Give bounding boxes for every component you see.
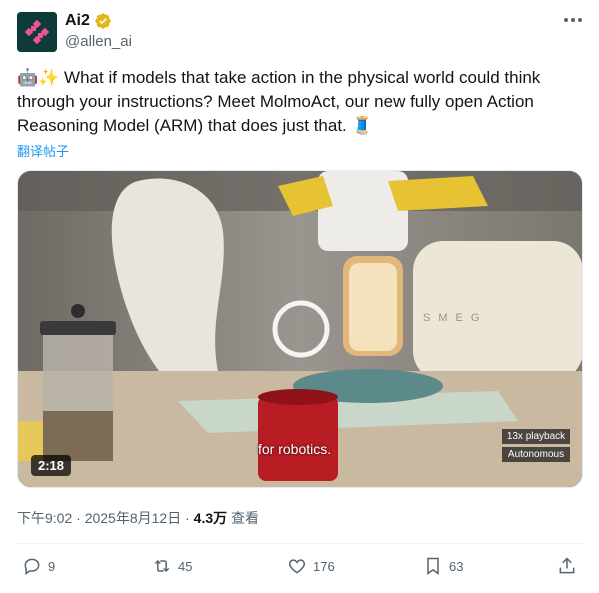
share-icon [559,557,575,574]
tweet-meta: 下午9:02 · 2025年8月12日 · 4.3万 查看 [17,508,259,528]
ai2-logo-icon [17,12,57,52]
views-count[interactable]: 4.3万 [194,510,227,526]
author-name-row[interactable]: Ai2 [65,12,112,30]
tweet-time[interactable]: 下午9:02 [17,510,72,526]
repost-button[interactable]: 45 [152,556,192,576]
tweet-text-line: through your instructions? Meet MolmoAct… [17,92,534,111]
bookmark-icon [427,557,439,575]
video-overlay-label: Autonomous [502,447,570,462]
heart-icon [288,559,306,574]
video-caption: for robotics. [258,441,332,457]
verified-badge-icon [95,13,111,29]
tweet-date[interactable]: 2025年8月12日 [85,510,182,526]
author-display-name[interactable]: Ai2 [65,12,90,30]
video-overlay-label: 13x playback [502,429,570,444]
share-button[interactable] [557,556,577,576]
views-label: 查看 [227,510,260,526]
reply-count: 9 [48,558,56,574]
repost-icon [154,559,170,573]
reply-icon [24,558,40,575]
more-horizontal-icon [564,18,582,22]
like-button[interactable]: 176 [287,556,335,576]
more-options-button[interactable] [560,10,586,30]
avatar[interactable] [17,12,57,52]
tweet-text-line: 🤖✨ What if models that take action in th… [17,68,541,87]
bookmark-button[interactable]: 63 [423,556,463,576]
like-count: 176 [313,558,335,574]
action-bar: 9 45 176 63 [17,556,583,580]
video-duration-badge: 2:18 [31,455,72,476]
meta-separator: · [72,510,85,526]
svg-text:SMEG: SMEG [423,312,487,324]
video-player[interactable]: SMEG 2:18 for robotics. 13x playback Aut… [17,170,583,488]
translate-post-link[interactable]: 翻译帖子 [17,141,69,160]
meta-separator: · [181,510,194,526]
bookmark-count: 63 [449,558,464,574]
repost-count: 45 [178,558,193,574]
tweet-text: 🤖✨ What if models that take action in th… [17,66,577,138]
tweet-text-line: Reasoning Model (ARM) that does just tha… [17,116,373,135]
author-handle[interactable]: @allen_ai [65,33,132,50]
reply-button[interactable]: 9 [22,556,55,576]
divider [17,543,583,544]
